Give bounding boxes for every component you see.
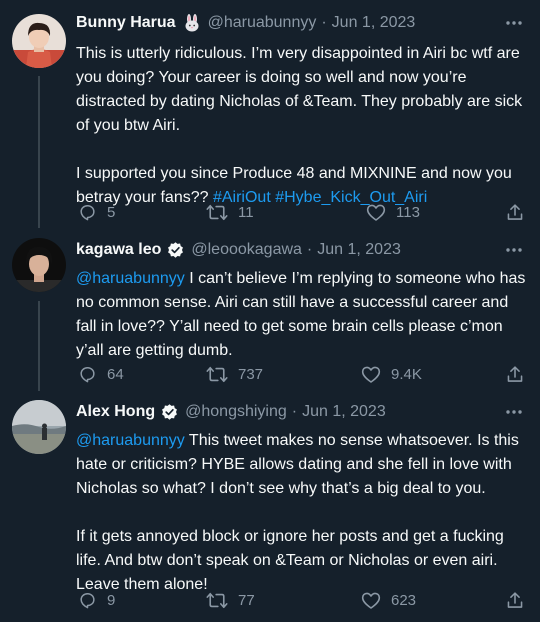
separator-dot: · (321, 14, 327, 31)
reply-icon (80, 592, 95, 608)
like-button[interactable]: 9.4K (361, 362, 422, 386)
action-bar: 64 737 9.4K (76, 362, 530, 386)
separator-dot: · (306, 241, 313, 258)
like-count: 113 (396, 203, 420, 221)
share-icon (507, 203, 523, 220)
avatar[interactable] (12, 238, 66, 292)
separator-dot: · (291, 403, 298, 420)
display-name[interactable]: kagawa leo (76, 241, 161, 259)
display-name[interactable]: Alex Hong (76, 403, 155, 421)
tweet-header: Bunny Harua @haruabunnyy · Jun 1, 2023 (76, 12, 415, 34)
share-button[interactable] (506, 588, 524, 612)
reply-count: 64 (107, 365, 124, 383)
mention-link[interactable]: @haruabunnyy (76, 432, 185, 449)
tweet-date[interactable]: Jun 1, 2023 (332, 14, 416, 32)
text-run: If it gets annoyed block or ignore her p… (76, 528, 504, 593)
tweet-paragraph: If it gets annoyed block or ignore her p… (76, 525, 530, 597)
retweet-count: 11 (238, 203, 254, 221)
heart-icon (361, 592, 381, 609)
more-options-button[interactable] (502, 403, 526, 421)
retweet-button[interactable]: 77 (206, 588, 255, 612)
verified-badge-icon (166, 241, 185, 260)
display-name[interactable]: Bunny Harua (76, 14, 176, 32)
like-count: 623 (391, 591, 417, 609)
like-count: 9.4K (391, 365, 422, 383)
reply-icon (80, 366, 95, 382)
tweet-paragraph: This is utterly ridiculous. I’m very dis… (76, 42, 530, 138)
retweet-icon (206, 366, 228, 382)
reply-count: 5 (107, 203, 116, 221)
verified-badge-icon (160, 403, 179, 422)
reply-button[interactable]: 9 (78, 588, 115, 612)
heart-icon (366, 204, 386, 221)
share-icon (507, 591, 523, 608)
tweet-paragraph: @haruabunnyy I can’t believe I’m replyin… (76, 267, 530, 363)
share-button[interactable] (506, 362, 524, 386)
tweet-text: This is utterly ridiculous. I’m very dis… (76, 42, 530, 210)
retweet-icon (206, 204, 228, 220)
retweet-button[interactable]: 11 (206, 200, 254, 224)
share-icon (507, 365, 523, 382)
reply-count: 9 (107, 591, 116, 609)
reply-icon (80, 204, 95, 220)
share-button[interactable] (506, 200, 524, 224)
retweet-button[interactable]: 737 (206, 362, 263, 386)
tweet-date[interactable]: Jun 1, 2023 (317, 241, 401, 259)
action-bar: 9 77 623 (76, 588, 530, 612)
like-button[interactable]: 623 (361, 588, 416, 612)
tweet-header: Alex Hong @hongshiying · Jun 1, 2023 (76, 401, 386, 423)
avatar[interactable] (12, 14, 66, 68)
like-button[interactable]: 113 (366, 200, 420, 224)
tweet-header: kagawa leo @leoookagawa · Jun 1, 2023 (76, 239, 401, 261)
user-handle[interactable]: @haruabunnyy (208, 14, 317, 32)
tweet[interactable]: Bunny Harua @haruabunnyy · Jun 1, 2023 T… (0, 12, 540, 228)
retweet-count: 737 (238, 365, 264, 383)
more-dots-icon (506, 410, 522, 414)
action-bar: 5 11 113 (76, 200, 530, 224)
reply-button[interactable]: 64 (78, 362, 124, 386)
more-options-button[interactable] (502, 14, 526, 32)
user-handle[interactable]: @hongshiying (185, 403, 287, 421)
thread-line (38, 76, 40, 228)
more-dots-icon (506, 248, 522, 252)
tweet-text: @haruabunnyy This tweet makes no sense w… (76, 429, 530, 597)
thread-line (38, 301, 40, 391)
heart-icon (361, 366, 381, 383)
mention-link[interactable]: @haruabunnyy (76, 270, 185, 287)
tweet[interactable]: Alex Hong @hongshiying · Jun 1, 2023 @ha… (0, 400, 540, 616)
rabbit-emoji-icon (182, 13, 202, 33)
retweet-count: 77 (238, 591, 255, 609)
text-run: This is utterly ridiculous. I’m very dis… (76, 45, 523, 134)
user-handle[interactable]: @leoookagawa (191, 241, 302, 259)
more-dots-icon (506, 21, 522, 25)
tweet-date[interactable]: Jun 1, 2023 (302, 403, 386, 421)
tweet-paragraph: @haruabunnyy This tweet makes no sense w… (76, 429, 530, 501)
avatar[interactable] (12, 400, 66, 454)
tweet-text: @haruabunnyy I can’t believe I’m replyin… (76, 267, 530, 363)
reply-button[interactable]: 5 (78, 200, 115, 224)
more-options-button[interactable] (502, 241, 526, 259)
retweet-icon (206, 592, 228, 608)
tweet[interactable]: kagawa leo @leoookagawa · Jun 1, 2023 @h… (0, 238, 540, 391)
